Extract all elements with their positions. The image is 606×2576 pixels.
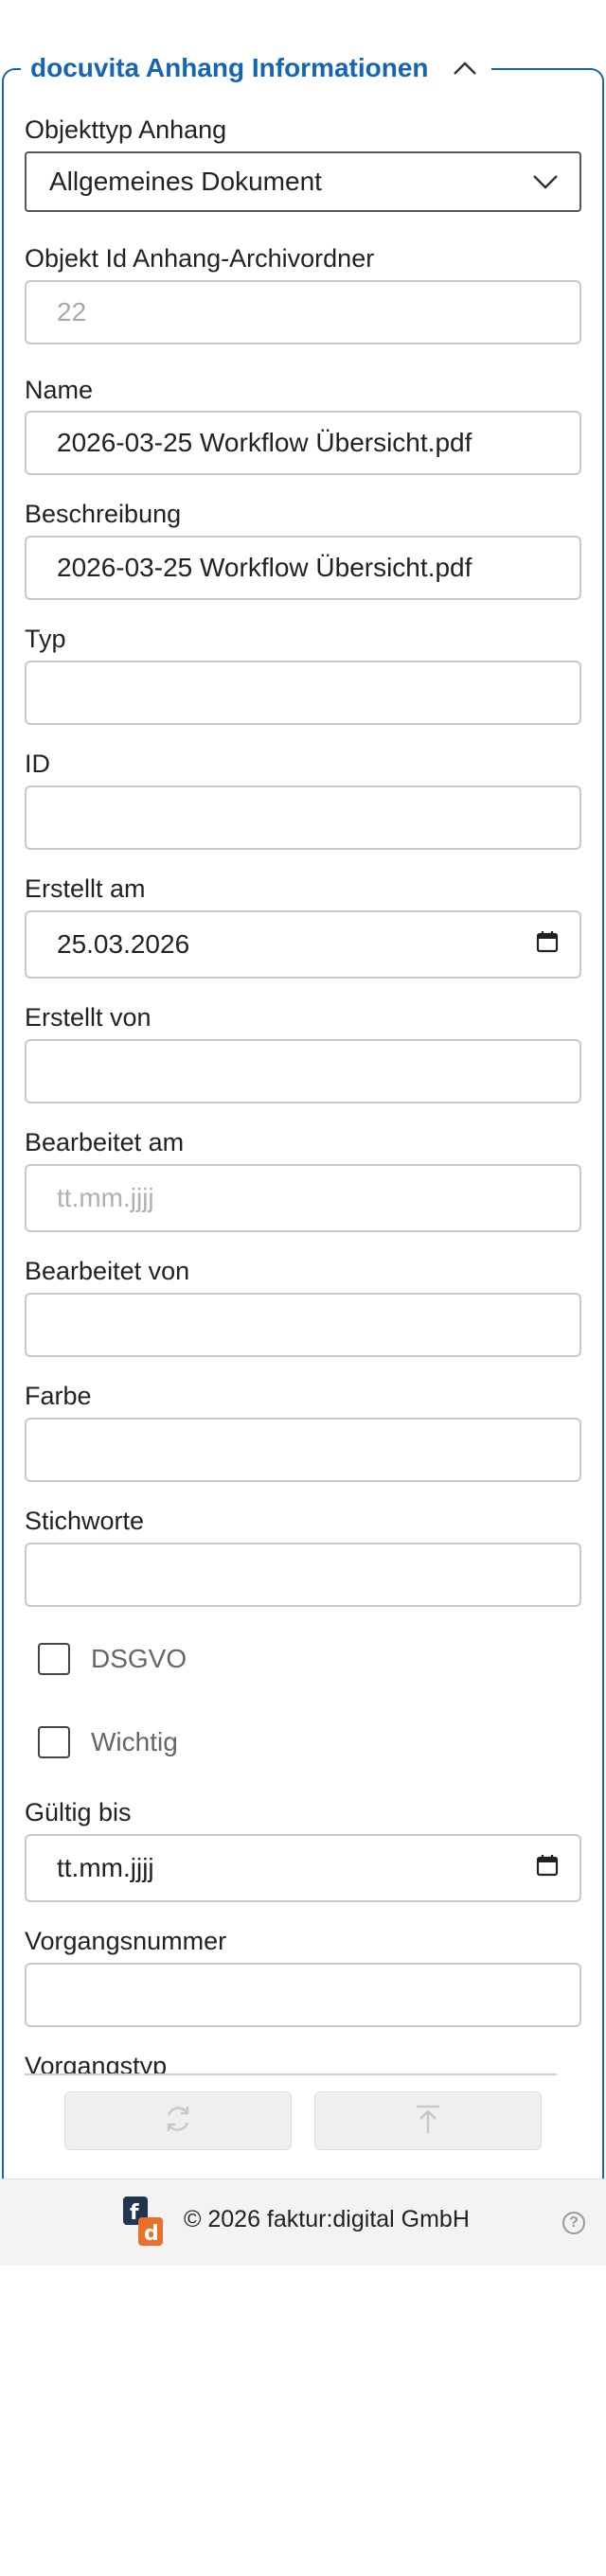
upload-icon (411, 2102, 445, 2141)
wichtig-label: Wichtig (91, 1727, 178, 1756)
name-field[interactable]: 2026-03-25 Workflow Übersicht.pdf (25, 411, 581, 475)
objekt-id-field: 22 (25, 280, 581, 344)
id-field[interactable] (25, 785, 581, 850)
gueltig-bis-date-input[interactable]: tt.mm.jjjj (25, 1834, 581, 1902)
chevron-down-icon (532, 167, 559, 197)
objekt-id-label: Objekt Id Anhang-Archivordner (25, 244, 375, 273)
copyright-text: © 2026 faktur:digital GmbH (184, 2206, 470, 2232)
erstellt-von-label: Erstellt von (25, 1003, 152, 1032)
farbe-label: Farbe (25, 1382, 92, 1410)
dsgvo-checkbox[interactable] (38, 1643, 70, 1675)
bearbeitet-am-label: Bearbeitet am (25, 1128, 185, 1156)
vorgangsnummer-label: Vorgangsnummer (25, 1927, 227, 1955)
typ-field[interactable] (25, 661, 581, 725)
stichworte-field[interactable] (25, 1543, 581, 1607)
bearbeitet-von-field[interactable] (25, 1293, 581, 1357)
bearbeitet-am-date-input[interactable]: tt.mm.jjjj (25, 1164, 581, 1232)
id-label: ID (25, 750, 50, 778)
objekttyp-select[interactable]: Allgemeines Dokument (25, 151, 581, 212)
calendar-icon[interactable] (536, 1853, 559, 1883)
stichworte-label: Stichworte (25, 1507, 145, 1535)
vorgangsnummer-field[interactable] (25, 1963, 581, 2027)
calendar-icon[interactable] (536, 929, 559, 960)
erstellt-am-value: 25.03.2026 (57, 929, 190, 959)
beschreibung-label: Beschreibung (25, 500, 182, 528)
name-label: Name (25, 376, 94, 404)
erstellt-von-field[interactable] (25, 1039, 581, 1103)
form-scroll-area[interactable]: Objekttyp Anhang Allgemeines Dokument Ob… (0, 0, 606, 2074)
dsgvo-label: DSGVO (91, 1644, 187, 1673)
wichtig-checkbox[interactable] (38, 1726, 70, 1758)
svg-text:f: f (130, 2201, 139, 2225)
svg-text:d: d (144, 2222, 159, 2246)
help-icon[interactable]: ? (562, 2212, 585, 2234)
dsgvo-row[interactable]: DSGVO (38, 1643, 187, 1675)
erstellt-am-date-input[interactable]: 25.03.2026 (25, 910, 581, 979)
form-divider (25, 2073, 557, 2075)
objekttyp-value: Allgemeines Dokument (49, 167, 322, 196)
wichtig-row[interactable]: Wichtig (38, 1726, 178, 1758)
upload-button[interactable] (314, 2091, 542, 2150)
objekttyp-label: Objekttyp Anhang (25, 115, 227, 144)
gueltig-bis-value: tt.mm.jjjj (57, 1853, 154, 1882)
erstellt-am-label: Erstellt am (25, 874, 146, 903)
bearbeitet-von-label: Bearbeitet von (25, 1257, 190, 1285)
refresh-button[interactable] (64, 2091, 292, 2150)
typ-label: Typ (25, 625, 66, 653)
faktur-digital-logo: f d (123, 2197, 165, 2246)
refresh-icon (161, 2102, 195, 2141)
beschreibung-field[interactable]: 2026-03-25 Workflow Übersicht.pdf (25, 536, 581, 600)
farbe-field[interactable] (25, 1418, 581, 1482)
vorgangstyp-label: Vorgangstyp (25, 2052, 168, 2074)
footer: f d © 2026 faktur:digital GmbH ? (0, 2179, 606, 2266)
gueltig-bis-label: Gültig bis (25, 1798, 132, 1826)
